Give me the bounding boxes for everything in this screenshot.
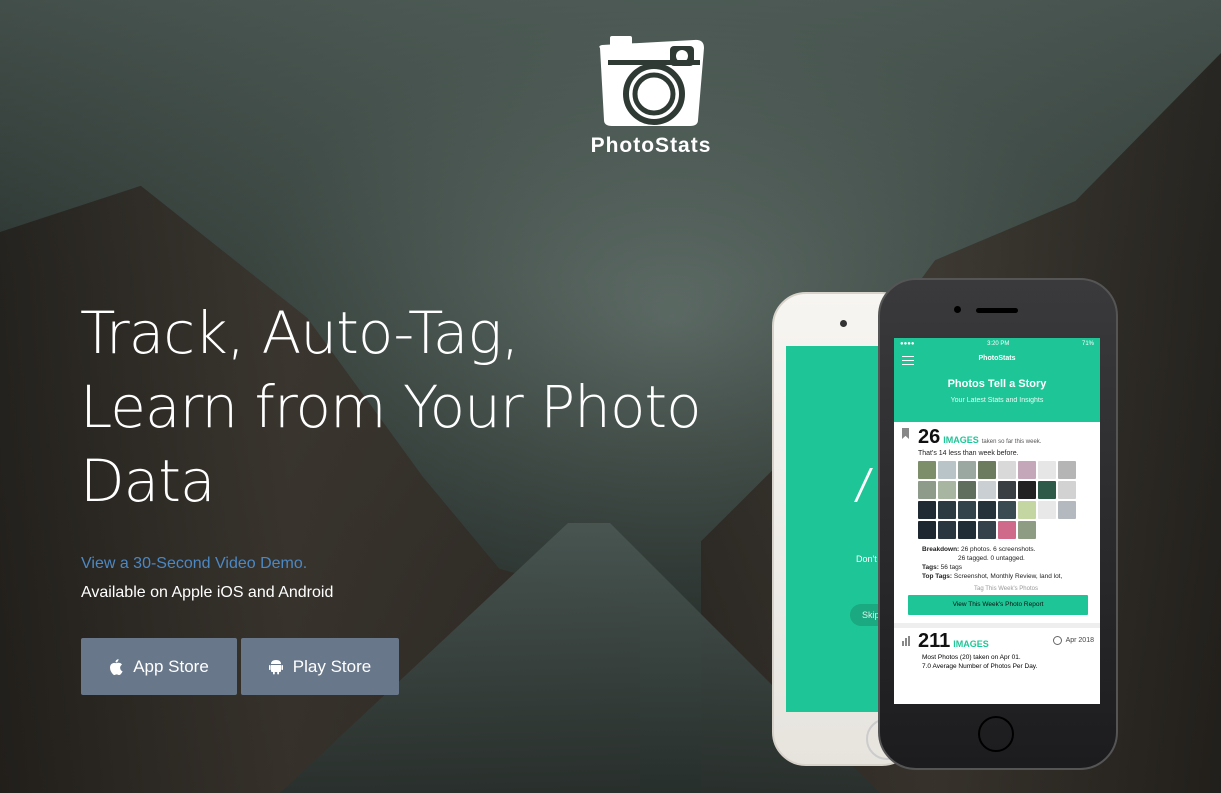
camera-logo-icon — [599, 36, 704, 126]
home-button — [978, 716, 1014, 752]
status-bar: ●●●● 3:20 PM 71% — [894, 338, 1100, 350]
apple-icon — [110, 658, 123, 675]
photo-thumb[interactable] — [1058, 481, 1076, 499]
phone-speaker — [840, 320, 847, 327]
photo-thumb[interactable] — [958, 461, 976, 479]
week-section: 26 IMAGES taken so far this week. That's… — [894, 422, 1100, 615]
photo-thumb[interactable] — [978, 521, 996, 539]
app-bar: PhotoStats — [894, 350, 1100, 368]
photo-thumb[interactable] — [1018, 501, 1036, 519]
photo-thumb[interactable] — [998, 461, 1016, 479]
photo-thumb[interactable] — [998, 501, 1016, 519]
week-count-label: IMAGES — [943, 435, 979, 445]
week-meta: Breakdown: 26 photos. 6 screenshots. 26 … — [922, 545, 1094, 581]
photo-thumb[interactable] — [998, 481, 1016, 499]
photo-thumb[interactable] — [918, 521, 936, 539]
hero-headline: Track, Auto-Tag, Learn from Your Photo D… — [80, 296, 720, 518]
photo-thumb[interactable] — [978, 461, 996, 479]
top-tags-label: Top Tags: — [922, 573, 953, 580]
photo-thumb[interactable] — [1018, 521, 1036, 539]
photo-thumb[interactable] — [1038, 501, 1056, 519]
photo-grid — [918, 461, 1094, 539]
week-count-note: taken so far this week. — [981, 439, 1042, 445]
breakdown-label: Breakdown: — [922, 546, 960, 553]
breakdown-text-2: 26 tagged. 0 untagged. — [958, 555, 1025, 562]
photo-thumb[interactable] — [1018, 481, 1036, 499]
clock-icon — [1052, 636, 1062, 645]
top-tags-text: Screenshot, Monthly Review, land lot, — [953, 573, 1063, 580]
photo-thumb[interactable] — [938, 501, 956, 519]
photo-thumb[interactable] — [938, 481, 956, 499]
photo-thumb[interactable] — [918, 481, 936, 499]
headline-line-2: Learn from Your Photo — [80, 373, 702, 441]
android-icon — [268, 659, 283, 674]
battery-text: 71% — [1081, 341, 1094, 347]
photo-thumb[interactable] — [998, 521, 1016, 539]
month-date: Apr 2018 — [1052, 636, 1094, 645]
app-hero-subtitle: Your Latest Stats and Insights — [950, 397, 1044, 404]
photo-thumb[interactable] — [918, 501, 936, 519]
photo-thumb[interactable] — [978, 481, 996, 499]
photo-thumb[interactable] — [938, 461, 956, 479]
tags-label: Tags: — [922, 564, 939, 571]
photo-thumb[interactable] — [1018, 461, 1036, 479]
photo-thumb[interactable] — [938, 521, 956, 539]
photo-thumb[interactable] — [958, 481, 976, 499]
photo-thumb[interactable] — [1038, 461, 1056, 479]
menu-icon[interactable] — [902, 356, 914, 365]
photo-thumb[interactable] — [1058, 501, 1076, 519]
week-count: 26 — [918, 426, 941, 448]
photo-thumb[interactable] — [958, 521, 976, 539]
phone-camera — [954, 306, 961, 313]
signal-icon: ●●●● — [900, 341, 915, 347]
status-time: 3:20 PM — [987, 341, 1010, 347]
month-line-2: 7.0 Average Number of Photos Per Day. — [922, 663, 1038, 670]
month-count-label: IMAGES — [953, 639, 989, 649]
tags-text: 56 tags — [940, 564, 962, 571]
app-screen: ●●●● 3:20 PM 71% PhotoStats Photos Tell … — [894, 338, 1100, 704]
month-section: Apr 2018 211 IMAGES Most Photos (20) tak… — [894, 628, 1100, 671]
month-count: 211 — [918, 630, 951, 652]
tag-photos-link[interactable]: Tag This Week's Photos — [918, 586, 1094, 592]
play-store-button[interactable]: Play Store — [241, 638, 399, 695]
photo-thumb[interactable] — [918, 461, 936, 479]
play-store-label: Play Store — [292, 656, 372, 676]
logo-text: PhotoStats — [590, 134, 712, 157]
headline-line-1: Track, Auto-Tag, — [80, 299, 520, 367]
app-hero-title: Photos Tell a Story — [947, 378, 1047, 390]
bar-chart-icon — [902, 636, 910, 646]
week-compare: That's 14 less than week before. — [918, 450, 1019, 457]
view-report-button[interactable]: View This Week's Photo Report — [908, 595, 1088, 615]
phone-speaker — [976, 308, 1018, 313]
app-store-label: App Store — [133, 656, 209, 676]
video-demo-link[interactable]: View a 30-Second Video Demo. — [81, 555, 307, 573]
bookmark-icon — [902, 428, 909, 439]
headline-line-3: Data — [80, 447, 216, 515]
photo-thumb[interactable] — [1058, 461, 1076, 479]
app-store-button[interactable]: App Store — [81, 638, 237, 695]
app-title: PhotoStats — [978, 355, 1016, 362]
month-meta: Most Photos (20) taken on Apr 01. 7.0 Av… — [922, 653, 1094, 671]
availability-text: Available on Apple iOS and Android — [81, 584, 334, 601]
photo-thumb[interactable] — [1038, 481, 1056, 499]
month-line-1: Most Photos (20) taken on Apr 01. — [922, 654, 1021, 661]
app-hero: Photos Tell a Story Your Latest Stats an… — [894, 368, 1100, 422]
photo-thumb[interactable] — [978, 501, 996, 519]
photo-thumb[interactable] — [958, 501, 976, 519]
logo[interactable]: PhotoStats — [586, 36, 716, 158]
month-date-text: Apr 2018 — [1065, 637, 1094, 644]
phone-black: ●●●● 3:20 PM 71% PhotoStats Photos Tell … — [878, 278, 1118, 770]
breakdown-text: 26 photos. 6 screenshots. — [961, 546, 1036, 553]
